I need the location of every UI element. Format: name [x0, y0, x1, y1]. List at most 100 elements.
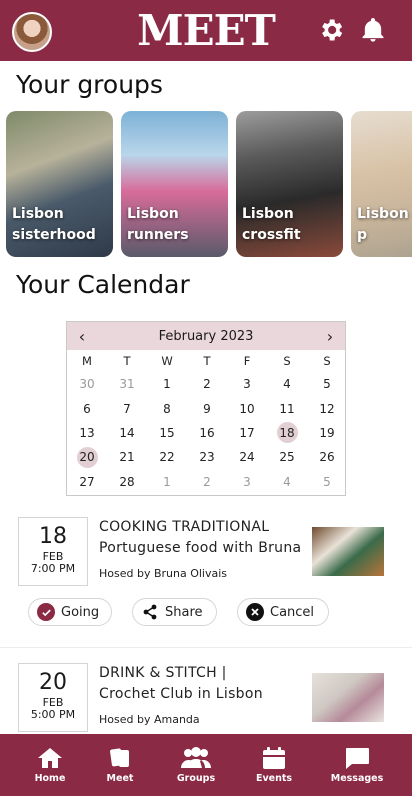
weekday-label: W [161, 354, 173, 368]
calendar-day[interactable]: 23 [187, 445, 227, 469]
groups-carousel[interactable]: Lisbon sisterhood Lisbon runners Lisbon … [6, 111, 412, 258]
nav-meet[interactable]: Meet [90, 734, 150, 796]
chevron-left-icon[interactable]: ‹ [75, 327, 89, 346]
group-card[interactable]: Lisbon sisterhood [6, 111, 113, 257]
nav-home[interactable]: Home [20, 734, 80, 796]
calendar-day[interactable]: 21 [107, 445, 147, 469]
nav-label: Home [34, 773, 66, 784]
calendar-day[interactable]: 31 [107, 372, 147, 396]
calendar-day-highlight: 20 [76, 446, 98, 468]
weekday-label: T [123, 354, 131, 368]
calendar-day[interactable]: 2 [187, 372, 227, 396]
calendar-day[interactable]: 4 [267, 470, 307, 494]
event-title-line2: Portuguese food with Bruna [99, 540, 302, 556]
calendar-day[interactable]: 20 [67, 445, 107, 469]
calendar-day[interactable]: 24 [227, 445, 267, 469]
event-time: 7:00 PM [30, 562, 76, 575]
event-title: DRINK & STITCH | Crochet Club in Lisbon [99, 663, 304, 705]
calendar-day[interactable]: 14 [107, 421, 147, 445]
chevron-right-icon[interactable]: › [323, 327, 337, 346]
gear-icon[interactable] [317, 16, 345, 44]
calendar-day[interactable]: 30 [67, 372, 107, 396]
calendar-day[interactable]: 19 [307, 421, 347, 445]
group-card[interactable]: Lisbon coffee p [351, 111, 412, 257]
calendar-day[interactable]: 17 [227, 421, 267, 445]
calendar-day[interactable]: 9 [187, 396, 227, 420]
nav-label: Messages [330, 773, 384, 784]
weekday-label: S [323, 354, 331, 368]
nav-label: Meet [106, 773, 134, 784]
calendar-day[interactable]: 13 [67, 421, 107, 445]
calendar-day[interactable]: 28 [107, 470, 147, 494]
event-day: 20 [39, 670, 67, 695]
event-time: 5:00 PM [30, 708, 76, 721]
share-icon [141, 603, 159, 621]
weekday-label: F [243, 354, 251, 368]
nav-label: Groups [176, 773, 216, 784]
avatar[interactable] [12, 12, 52, 52]
calendar-month: February 2023 [158, 328, 254, 344]
weekday-label: S [283, 354, 291, 368]
calendar-day[interactable]: 1 [147, 372, 187, 396]
event-title-line2: Crochet Club in Lisbon [99, 686, 263, 702]
nav-groups[interactable]: Groups [166, 734, 226, 796]
group-card-label: Lisbon sisterhood [12, 206, 96, 243]
nav-label: Events [255, 773, 293, 784]
weekday-label: T [203, 354, 211, 368]
nav-events[interactable]: Events [244, 734, 304, 796]
close-icon [246, 603, 264, 621]
calendar-day[interactable]: 5 [307, 372, 347, 396]
calendar-title: Your Calendar [16, 270, 190, 299]
event-date: 20 FEB 5:00 PM [18, 663, 88, 732]
event-image [312, 527, 384, 576]
group-card[interactable]: Lisbon runners [121, 111, 228, 257]
nav-messages[interactable]: Messages [326, 734, 388, 796]
calendar-grid: M T W T F S S 30 31 1 2 3 4 5 6 7 8 9 10 11 12 13 14 15 16 17 18 19… [67, 350, 345, 494]
event-image [312, 673, 384, 722]
calendar-day[interactable]: 1 [147, 470, 187, 494]
calendar-day[interactable]: 4 [267, 372, 307, 396]
calendar-day[interactable]: 11 [267, 396, 307, 420]
bottom-nav: Home Meet Groups Events Messages [0, 734, 412, 796]
calendar-header: ‹ February 2023 › [67, 322, 345, 350]
calendar-widget: ‹ February 2023 › M T W T F S S 30 31 1 2 3 4 5 6 7 8 9 10… [66, 321, 346, 496]
top-bar: MEET [0, 0, 412, 61]
calendar-day[interactable]: 5 [307, 470, 347, 494]
bell-icon[interactable] [359, 16, 387, 44]
calendar-day[interactable]: 25 [267, 445, 307, 469]
cards-icon [110, 748, 129, 767]
calendar-day[interactable]: 16 [187, 421, 227, 445]
group-card[interactable]: Lisbon crossfit [236, 111, 343, 257]
divider [0, 647, 412, 648]
groups-title: Your groups [16, 70, 163, 99]
event-host: Hosed by Amanda [99, 713, 200, 726]
group-card-label: Lisbon coffee p [357, 206, 412, 243]
share-button[interactable]: Share [132, 598, 217, 626]
calendar-day[interactable]: 6 [67, 396, 107, 420]
calendar-day[interactable]: 18 [267, 421, 307, 445]
home-icon [38, 748, 62, 768]
event-host: Hosed by Bruna Olivais [99, 567, 228, 580]
calendar-day[interactable]: 3 [227, 372, 267, 396]
calendar-day[interactable]: 3 [227, 470, 267, 494]
calendar-day[interactable]: 8 [147, 396, 187, 420]
event-title-line1: COOKING TRADITIONAL [99, 519, 270, 535]
event-title-line1: DRINK & STITCH | [99, 665, 227, 681]
event-date: 18 FEB 7:00 PM [18, 517, 88, 586]
going-label: Going [61, 604, 100, 620]
calendar-day[interactable]: 26 [307, 445, 347, 469]
calendar-day[interactable]: 22 [147, 445, 187, 469]
group-card-label: Lisbon crossfit [242, 206, 301, 243]
check-icon [37, 603, 55, 621]
cancel-button[interactable]: Cancel [237, 598, 329, 626]
calendar-day[interactable]: 7 [107, 396, 147, 420]
going-button[interactable]: Going [28, 598, 112, 626]
calendar-day[interactable]: 12 [307, 396, 347, 420]
calendar-day[interactable]: 15 [147, 421, 187, 445]
people-icon [181, 747, 211, 768]
calendar-day[interactable]: 2 [187, 470, 227, 494]
calendar-day[interactable]: 10 [227, 396, 267, 420]
calendar-day[interactable]: 27 [67, 470, 107, 494]
event-title: COOKING TRADITIONAL Portuguese food with… [99, 517, 304, 559]
app-logo: MEET [137, 6, 276, 55]
